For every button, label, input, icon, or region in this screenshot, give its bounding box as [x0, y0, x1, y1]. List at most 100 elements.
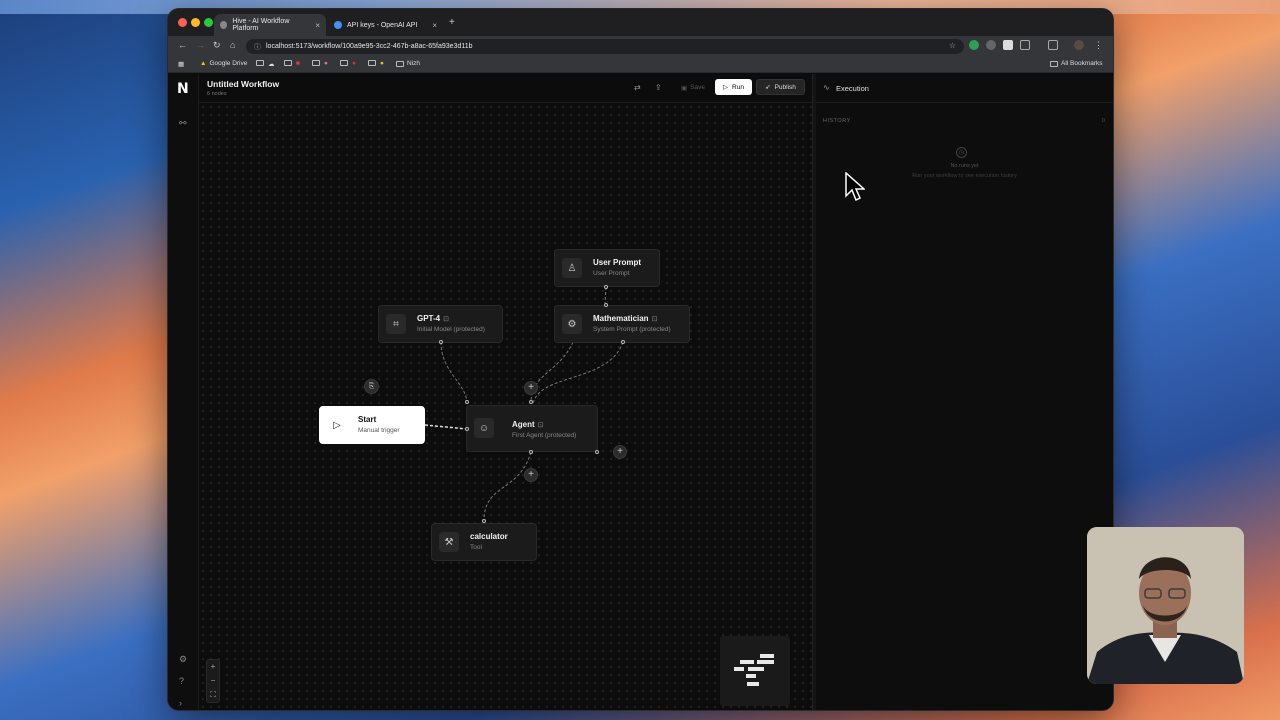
bookmark-cloud[interactable]: ☁: [268, 60, 275, 68]
extension-icon[interactable]: [986, 40, 996, 50]
node-handle[interactable]: [529, 450, 533, 454]
all-bookmarks[interactable]: All Bookmarks: [1050, 60, 1103, 67]
node-handle[interactable]: [529, 400, 533, 404]
bookmark-red[interactable]: ■: [296, 60, 300, 67]
expand-icon[interactable]: ›: [179, 698, 182, 708]
node-handle[interactable]: [595, 450, 599, 454]
execution-title: Execution: [836, 84, 869, 93]
empty-state-title: No runs yet: [950, 163, 979, 169]
zoom-out-icon[interactable]: −: [211, 676, 216, 685]
add-node-button[interactable]: +: [524, 468, 538, 482]
side-panel-icon[interactable]: [1048, 40, 1058, 50]
folder-icon: [368, 60, 376, 66]
add-node-button[interactable]: +: [524, 381, 538, 395]
edge-gpt4-agent: [440, 341, 468, 405]
site-info-icon[interactable]: ⓘ: [254, 42, 261, 52]
reload-icon[interactable]: ↻: [213, 40, 221, 51]
bookmark-pink[interactable]: ●: [324, 60, 328, 67]
edge-mathematician-agent-a: [530, 341, 574, 405]
edge-userprompt-mathematician: [604, 286, 607, 304]
node-agent[interactable]: ☺ Agent ⊡ First Agent (protected): [466, 405, 598, 452]
run-button[interactable]: ▷ Run: [715, 79, 752, 95]
tab-hive[interactable]: Hive - AI Workflow Platform ×: [214, 14, 326, 36]
node-title: Start: [358, 415, 377, 424]
bookmark-yellow[interactable]: ●: [380, 60, 384, 67]
save-button[interactable]: ▣ Save: [676, 80, 710, 95]
url-bar[interactable]: ⓘ localhost:5173/workflow/100a9e95-3cc2-…: [246, 39, 964, 54]
node-subtitle: System Prompt (protected): [593, 326, 671, 333]
bookmark-folder[interactable]: [368, 60, 376, 66]
bookmark-label: All Bookmarks: [1061, 60, 1103, 67]
avatar[interactable]: [1074, 40, 1084, 50]
puzzle-icon[interactable]: [1020, 40, 1030, 50]
zoom-in-icon[interactable]: +: [211, 662, 216, 671]
folder-icon: [396, 60, 404, 67]
maximize-window-button[interactable]: [204, 18, 213, 27]
folder-icon: [312, 60, 320, 66]
node-subtitle: Initial Model (protected): [417, 326, 485, 333]
minimap[interactable]: [720, 636, 790, 706]
node-handle[interactable]: [621, 340, 625, 344]
workflow-canvas[interactable]: ♙ User Prompt User Prompt ⌗ GPT-4 ⊡ Initi…: [199, 103, 812, 710]
fit-view-icon[interactable]: ⛶: [210, 690, 216, 700]
new-tab-button[interactable]: +: [449, 17, 455, 28]
openai-favicon-icon: [334, 21, 342, 29]
bookmark-folder[interactable]: [340, 60, 348, 66]
bookmark-red[interactable]: ●: [352, 60, 356, 67]
node-handle[interactable]: [604, 285, 608, 289]
workflow-icon[interactable]: ⚯: [179, 118, 187, 129]
node-handle[interactable]: [465, 427, 469, 431]
node-tool-icon[interactable]: ⎘: [364, 379, 379, 394]
node-user-prompt[interactable]: ♙ User Prompt User Prompt: [554, 249, 660, 287]
activity-icon: ∿: [823, 83, 830, 92]
more-menu-icon[interactable]: ⋮: [1094, 40, 1103, 51]
node-mathematician[interactable]: ⚙ Mathematician ⊡ System Prompt (protecte…: [554, 305, 690, 343]
swap-icon[interactable]: ⇄: [634, 83, 641, 92]
close-tab-icon[interactable]: ×: [432, 21, 437, 30]
tab-label: API keys - OpenAI API: [347, 21, 418, 29]
extension-icon[interactable]: [1003, 40, 1013, 50]
share-icon[interactable]: ⇪: [655, 83, 662, 92]
site-icon: ●: [324, 60, 328, 67]
bot-icon: ☺: [474, 418, 494, 438]
node-handle[interactable]: [465, 400, 469, 404]
drive-icon: ▲: [200, 60, 207, 67]
site-icon: ■: [296, 60, 300, 67]
add-node-button[interactable]: +: [613, 445, 627, 459]
gear-icon: ⚙: [562, 314, 582, 334]
publish-button[interactable]: ➶ Publish: [756, 79, 805, 95]
help-icon[interactable]: ?: [179, 676, 184, 686]
bookmark-folder[interactable]: [284, 60, 292, 66]
workflow-title[interactable]: Untitled Workflow: [207, 79, 279, 89]
rocket-icon: ➶: [765, 84, 771, 91]
node-subtitle: Manual trigger: [358, 427, 400, 434]
node-title: User Prompt: [593, 258, 642, 267]
minimap-node: [760, 654, 774, 658]
minimize-window-button[interactable]: [191, 18, 200, 27]
site-icon: ●: [380, 60, 384, 67]
close-tab-icon[interactable]: ×: [315, 21, 320, 30]
home-icon[interactable]: ⌂: [230, 40, 235, 50]
forward-icon[interactable]: →: [196, 40, 205, 50]
browser-window: Hive - AI Workflow Platform × API keys -…: [168, 9, 1113, 710]
bookmark-folder[interactable]: [312, 60, 320, 66]
app-logo[interactable]: N: [177, 81, 189, 97]
cloud-icon: ☁: [268, 61, 275, 68]
node-gpt4[interactable]: ⌗ GPT-4 ⊡ Initial Model (protected): [378, 305, 503, 343]
star-icon[interactable]: ☆: [949, 41, 956, 50]
tab-bar: Hive - AI Workflow Platform × API keys -…: [168, 9, 1113, 36]
bookmark-google-drive[interactable]: ▲ Google Drive: [200, 60, 247, 67]
close-window-button[interactable]: [178, 18, 187, 27]
back-icon[interactable]: ←: [178, 40, 187, 50]
tab-openai[interactable]: API keys - OpenAI API ×: [328, 14, 443, 36]
bookmark-nizh[interactable]: Nizh: [396, 60, 420, 67]
node-start[interactable]: ▷ Start Manual trigger: [319, 406, 425, 444]
execution-header: ∿ Execution: [816, 74, 1113, 103]
settings-icon[interactable]: ⚙: [179, 654, 187, 665]
extension-icon[interactable]: [969, 40, 979, 50]
apps-grid-icon[interactable]: ▦: [178, 60, 184, 68]
bookmark-folder[interactable]: [256, 60, 264, 66]
node-handle[interactable]: [439, 340, 443, 344]
node-calculator[interactable]: ⚒ calculator Tool: [431, 523, 537, 561]
node-handle[interactable]: [604, 303, 608, 307]
